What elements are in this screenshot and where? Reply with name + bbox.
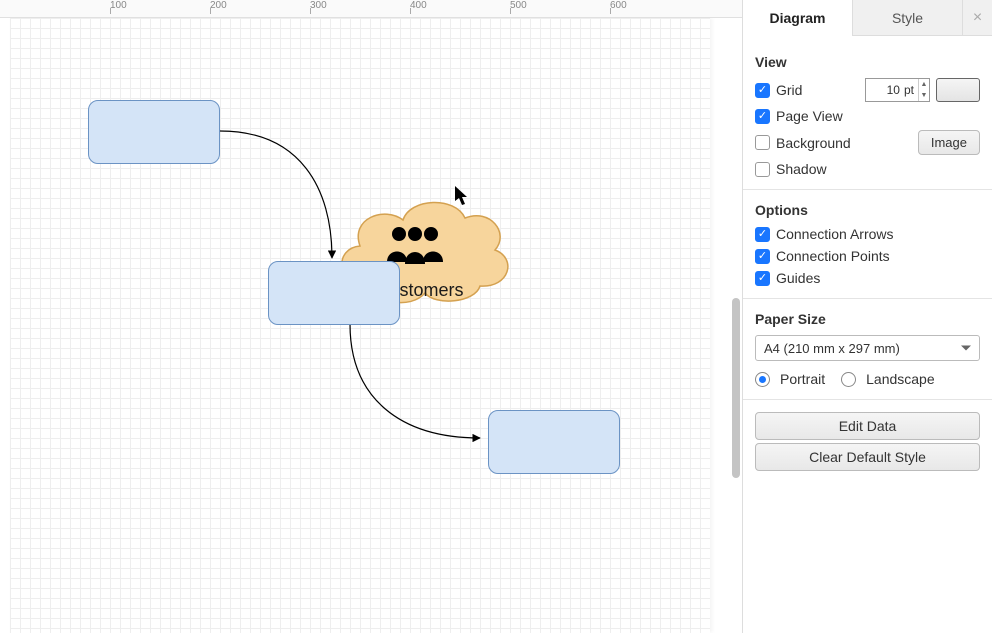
people-icon bbox=[383, 224, 447, 264]
separator bbox=[743, 399, 992, 400]
checkbox-grid[interactable] bbox=[755, 83, 770, 98]
checkbox-pageview[interactable] bbox=[755, 109, 770, 124]
grid-size-input[interactable]: 10 pt ▲ ▼ bbox=[865, 78, 930, 102]
checkbox-guides[interactable] bbox=[755, 271, 770, 286]
ruler-tick: 100 bbox=[110, 0, 127, 11]
label-portrait: Portrait bbox=[780, 371, 825, 387]
row-orientation: Portrait Landscape bbox=[755, 371, 980, 387]
row-grid: Grid 10 pt ▲ ▼ bbox=[755, 78, 980, 102]
label-grid: Grid bbox=[776, 82, 802, 98]
row-shadow: Shadow bbox=[755, 161, 980, 177]
ruler-horizontal: 100 200 300 400 500 600 bbox=[0, 0, 742, 18]
node-top-left[interactable] bbox=[88, 100, 220, 164]
label-conn-arrows: Connection Arrows bbox=[776, 226, 894, 242]
grid-size-unit: pt bbox=[904, 83, 918, 97]
ruler-tick: 600 bbox=[610, 0, 627, 11]
row-background: Background Image bbox=[755, 130, 980, 155]
section-view-title: View bbox=[755, 54, 980, 70]
stepper-up-icon[interactable]: ▲ bbox=[919, 79, 929, 90]
paper-size-value: A4 (210 mm x 297 mm) bbox=[764, 341, 900, 356]
checkbox-shadow[interactable] bbox=[755, 162, 770, 177]
section-paper-title: Paper Size bbox=[755, 311, 980, 327]
paper-size-select[interactable]: A4 (210 mm x 297 mm) bbox=[755, 335, 980, 361]
separator bbox=[743, 189, 992, 190]
grid-size-value[interactable]: 10 bbox=[866, 83, 904, 97]
row-guides: Guides bbox=[755, 270, 980, 286]
scrollbar-thumb[interactable] bbox=[732, 298, 740, 478]
node-middle[interactable] bbox=[268, 261, 400, 325]
close-panel-button[interactable]: × bbox=[962, 0, 992, 36]
checkbox-conn-arrows[interactable] bbox=[755, 227, 770, 242]
panel-body: View Grid 10 pt ▲ ▼ Page View bbox=[743, 36, 992, 484]
checkbox-background[interactable] bbox=[755, 135, 770, 150]
clear-default-style-button[interactable]: Clear Default Style bbox=[755, 443, 980, 471]
row-conn-points: Connection Points bbox=[755, 248, 980, 264]
ruler-tick: 300 bbox=[310, 0, 327, 11]
label-guides: Guides bbox=[776, 270, 820, 286]
ruler-tick: 400 bbox=[410, 0, 427, 11]
canvas[interactable]: Customers bbox=[0, 18, 742, 633]
label-pageview: Page View bbox=[776, 108, 843, 124]
section-options-title: Options bbox=[755, 202, 980, 218]
label-shadow: Shadow bbox=[776, 161, 827, 177]
radio-portrait[interactable] bbox=[755, 372, 770, 387]
side-panel: Diagram Style × View Grid 10 pt ▲ ▼ bbox=[742, 0, 992, 633]
stepper-down-icon[interactable]: ▼ bbox=[919, 90, 929, 101]
checkbox-conn-points[interactable] bbox=[755, 249, 770, 264]
edit-data-button[interactable]: Edit Data bbox=[755, 412, 980, 440]
row-pageview: Page View bbox=[755, 108, 980, 124]
tab-diagram[interactable]: Diagram bbox=[743, 0, 852, 36]
grid-color-button[interactable] bbox=[936, 78, 980, 102]
background-image-button[interactable]: Image bbox=[918, 130, 980, 155]
separator bbox=[743, 298, 992, 299]
scrollbar-vertical[interactable] bbox=[730, 18, 742, 633]
ruler-tick: 200 bbox=[210, 0, 227, 11]
label-conn-points: Connection Points bbox=[776, 248, 890, 264]
cursor-icon bbox=[455, 186, 469, 206]
app-root: 100 200 300 400 500 600 bbox=[0, 0, 992, 633]
ruler-tick: 500 bbox=[510, 0, 527, 11]
row-conn-arrows: Connection Arrows bbox=[755, 226, 980, 242]
radio-landscape[interactable] bbox=[841, 372, 856, 387]
label-landscape: Landscape bbox=[866, 371, 935, 387]
node-bottom-right[interactable] bbox=[488, 410, 620, 474]
tab-style[interactable]: Style bbox=[852, 0, 962, 36]
panel-tabs: Diagram Style × bbox=[743, 0, 992, 36]
label-background: Background bbox=[776, 135, 851, 151]
canvas-area[interactable]: 100 200 300 400 500 600 bbox=[0, 0, 742, 633]
